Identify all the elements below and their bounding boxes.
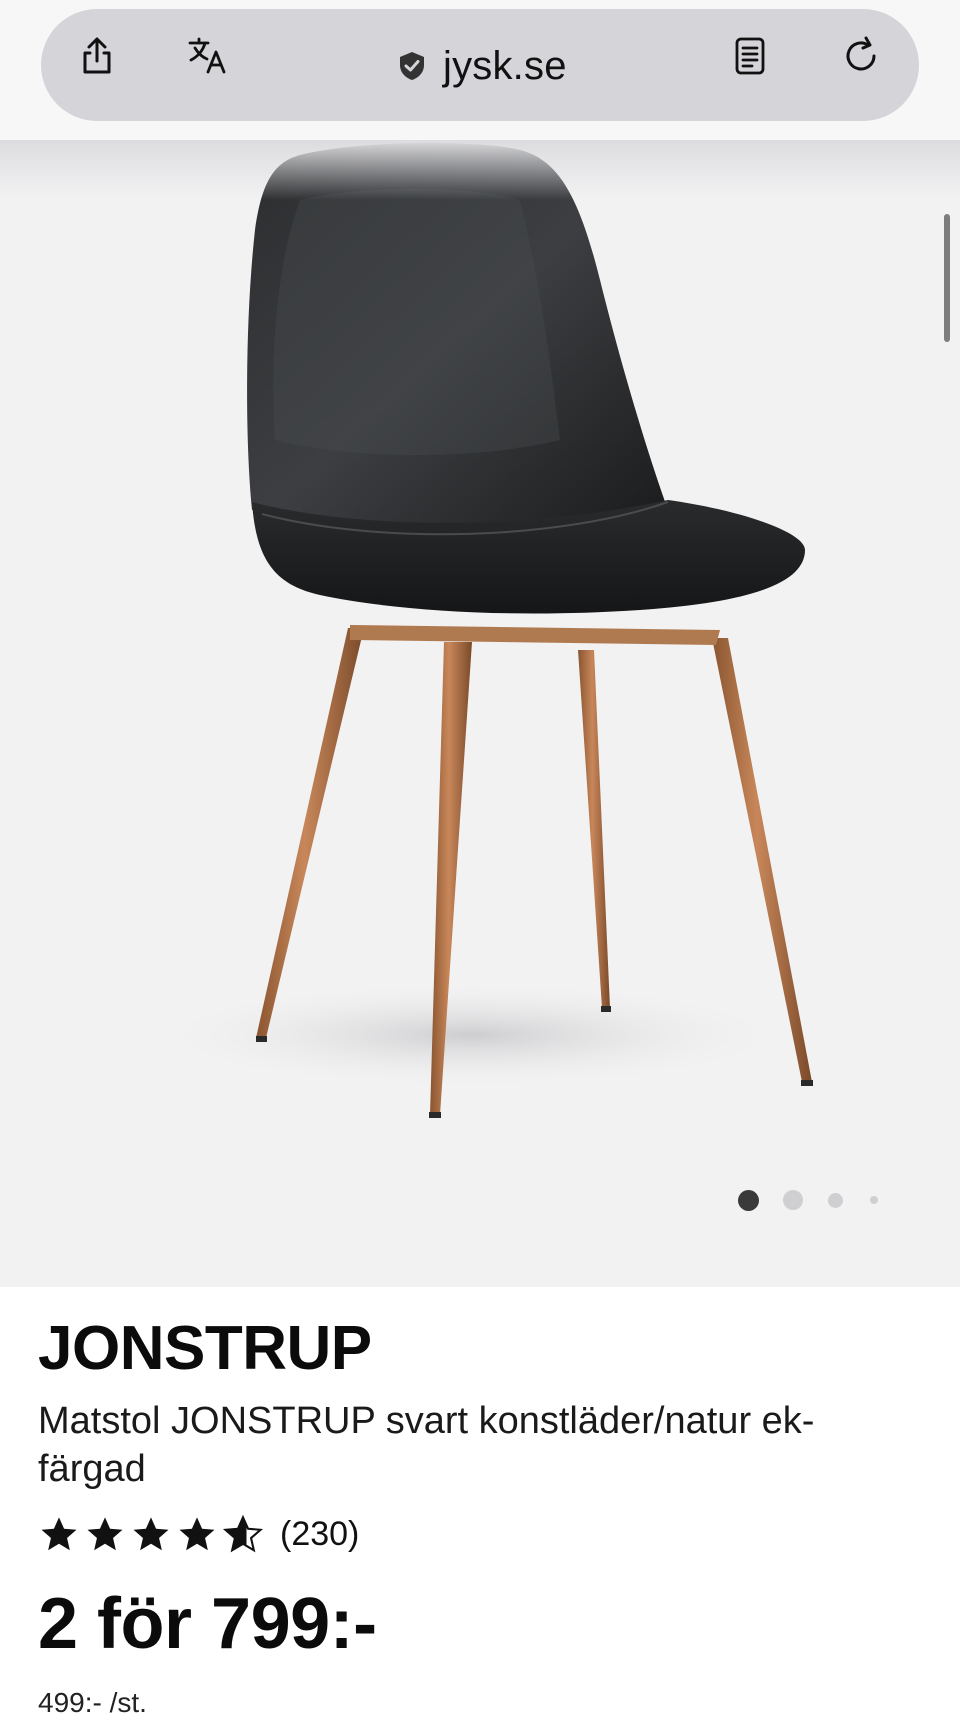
product-brand: JONSTRUP [38, 1314, 372, 1383]
shield-icon [400, 52, 424, 80]
gallery-top-fade [0, 140, 960, 200]
star-full-icon [41, 1517, 77, 1551]
product-gallery[interactable] [0, 140, 960, 1287]
unit-price: 499:- /st. [38, 1687, 147, 1718]
page-scrollbar[interactable] [944, 214, 950, 342]
product-rating[interactable]: (230) [38, 1513, 359, 1555]
url-text: jysk.se [443, 43, 567, 88]
gallery-dot-3[interactable] [828, 1192, 843, 1208]
chair-image [140, 143, 813, 1118]
share-button[interactable] [71, 30, 123, 82]
gallery-dot-4[interactable] [870, 1196, 878, 1204]
reader-mode-button[interactable] [724, 30, 776, 82]
reader-icon [735, 37, 765, 75]
browser-toolbar: jysk.se [0, 0, 960, 140]
reload-button[interactable] [835, 30, 887, 82]
gallery-dot-2[interactable] [783, 1190, 803, 1210]
reload-icon [846, 36, 876, 71]
star-half-icon [222, 1514, 264, 1553]
rating-stars [38, 1513, 264, 1555]
gallery-dot-1[interactable] [738, 1189, 759, 1211]
gallery-pagination [738, 1186, 878, 1214]
product-title: Matstol JONSTRUP svart konstläder/natur … [38, 1400, 815, 1490]
share-icon [83, 37, 111, 74]
star-full-icon [87, 1517, 123, 1551]
star-full-icon [179, 1517, 215, 1551]
review-count: (230) [280, 1514, 360, 1553]
product-price: 2 för 799:- [38, 1584, 377, 1664]
translate-button[interactable] [182, 30, 234, 82]
url-field[interactable]: jysk.se [395, 36, 567, 96]
translate-icon [188, 37, 226, 74]
star-full-icon [133, 1517, 169, 1551]
